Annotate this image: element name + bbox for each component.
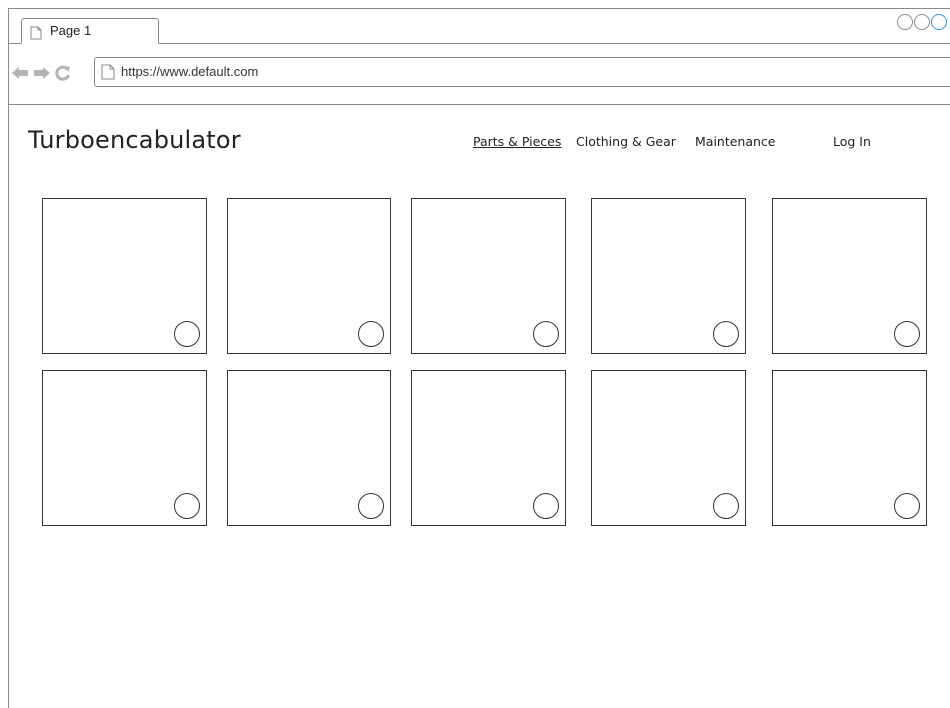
product-card[interactable] [411,370,566,526]
card-circle-icon[interactable] [358,493,384,519]
forward-arrow-icon[interactable] [33,66,51,85]
address-bar-row: https://www.default.com [9,44,950,105]
window-controls [897,14,947,30]
nav-link-parts-pieces[interactable]: Parts & Pieces [473,134,561,149]
page-icon [101,64,115,85]
browser-tab[interactable]: Page 1 [21,18,159,44]
site-title: Turboencabulator [28,126,241,154]
window-control-circle[interactable] [914,14,930,30]
nav-link-clothing-gear[interactable]: Clothing & Gear [576,134,676,149]
browser-window: Page 1 https://www.default.com [8,8,950,708]
nav-buttons [11,65,71,86]
product-card[interactable] [772,370,927,526]
tab-strip: Page 1 [9,9,950,44]
window-control-circle[interactable] [931,14,947,30]
product-card[interactable] [772,198,927,354]
card-circle-icon[interactable] [174,493,200,519]
card-circle-icon[interactable] [174,321,200,347]
product-card[interactable] [227,370,391,526]
product-card[interactable] [591,198,746,354]
reload-icon[interactable] [55,65,71,86]
window-control-circle[interactable] [897,14,913,30]
product-card[interactable] [411,198,566,354]
back-arrow-icon[interactable] [11,66,29,85]
product-card[interactable] [227,198,391,354]
url-input[interactable]: https://www.default.com [94,57,950,87]
card-circle-icon[interactable] [358,321,384,347]
card-circle-icon[interactable] [533,321,559,347]
login-link[interactable]: Log In [833,134,871,149]
nav-link-maintenance[interactable]: Maintenance [695,134,776,149]
product-card[interactable] [591,370,746,526]
tab-title: Page 1 [50,23,92,38]
product-card[interactable] [42,198,207,354]
product-card[interactable] [42,370,207,526]
card-circle-icon[interactable] [533,493,559,519]
card-circle-icon[interactable] [894,493,920,519]
url-text: https://www.default.com [121,64,259,79]
card-circle-icon[interactable] [894,321,920,347]
card-circle-icon[interactable] [713,321,739,347]
card-circle-icon[interactable] [713,493,739,519]
